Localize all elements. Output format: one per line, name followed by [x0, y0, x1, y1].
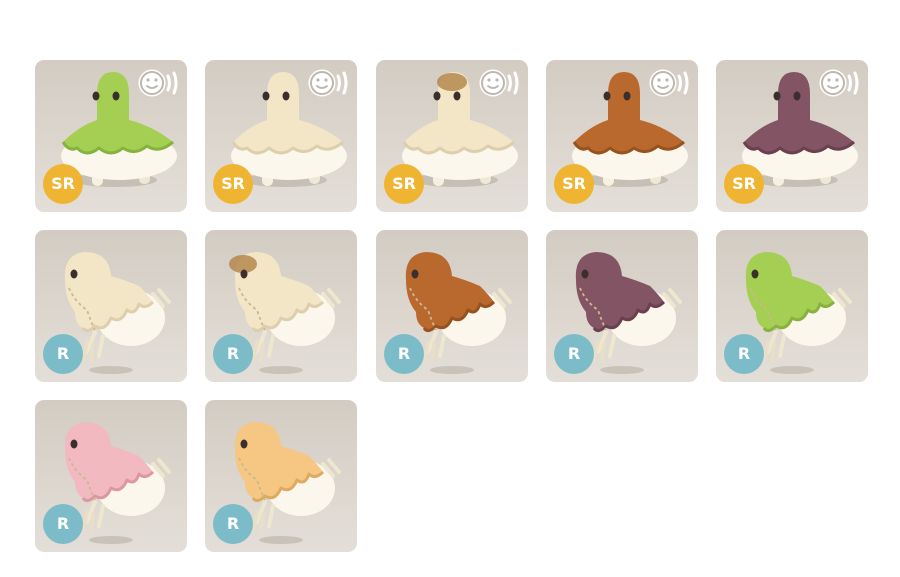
collection-card[interactable]: SR	[35, 60, 187, 212]
voice-play-icon[interactable]	[305, 66, 351, 100]
rarity-badge: R	[213, 504, 253, 544]
rarity-badge: SR	[43, 164, 83, 204]
voice-play-icon[interactable]	[646, 66, 692, 100]
rarity-badge: SR	[554, 164, 594, 204]
rarity-badge: R	[384, 334, 424, 374]
voice-play-icon[interactable]	[476, 66, 522, 100]
collection-card[interactable]: SR	[546, 60, 698, 212]
rarity-badge: SR	[213, 164, 253, 204]
collection-card[interactable]: R	[716, 230, 868, 382]
rarity-badge: SR	[724, 164, 764, 204]
collection-card[interactable]: R	[35, 230, 187, 382]
collection-card[interactable]: SR	[376, 60, 528, 212]
rarity-badge: R	[554, 334, 594, 374]
collection-card[interactable]: SR	[205, 60, 357, 212]
rarity-badge: R	[43, 504, 83, 544]
collection-card[interactable]: SR	[716, 60, 868, 212]
rarity-badge: R	[43, 334, 83, 374]
voice-play-icon[interactable]	[135, 66, 181, 100]
collection-card[interactable]: R	[205, 400, 357, 552]
collection-grid: SR SR SR SR SR R R R R R R R	[0, 0, 900, 577]
rarity-badge: R	[213, 334, 253, 374]
rarity-badge: SR	[384, 164, 424, 204]
rarity-badge: R	[724, 334, 764, 374]
collection-card[interactable]: R	[546, 230, 698, 382]
voice-play-icon[interactable]	[816, 66, 862, 100]
collection-card[interactable]: R	[376, 230, 528, 382]
collection-card[interactable]: R	[205, 230, 357, 382]
collection-card[interactable]: R	[35, 400, 187, 552]
